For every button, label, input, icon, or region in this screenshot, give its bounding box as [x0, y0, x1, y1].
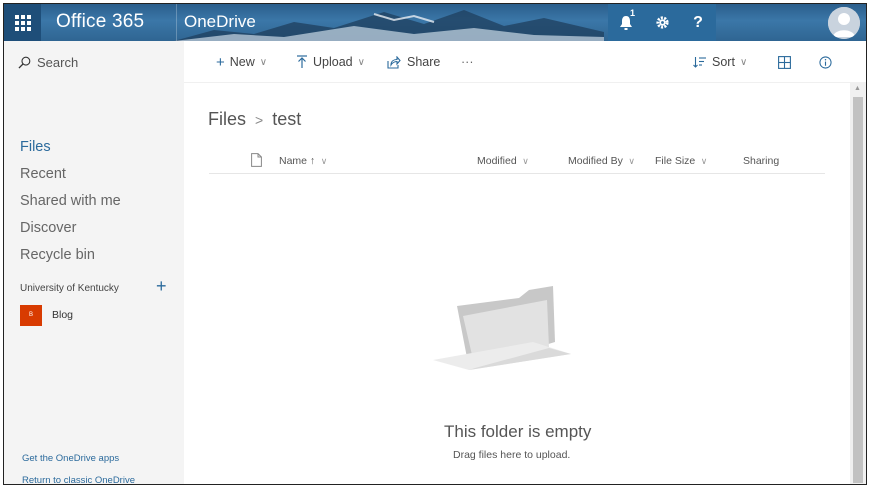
file-size-column-label: File Size — [655, 155, 696, 167]
command-bar: Search + New ∨ Upload ∨ Share ··· Sort ∨ — [4, 41, 866, 83]
new-label: New — [229, 55, 255, 69]
file-type-icon — [251, 153, 262, 167]
more-label: ··· — [461, 55, 474, 69]
modified-column-label: Modified — [477, 155, 517, 167]
help-button[interactable]: ? — [680, 4, 716, 41]
suite-header: Office 365 OneDrive 1 ? — [4, 4, 866, 41]
chevron-down-icon: ∨ — [519, 156, 529, 166]
header-divider — [176, 4, 177, 41]
vertical-scrollbar[interactable]: ▲ — [850, 83, 866, 484]
column-header-name[interactable]: Name ↑ ∨ — [279, 155, 327, 167]
sharing-column-label: Sharing — [743, 155, 780, 167]
info-icon — [819, 55, 832, 69]
grid-view-icon — [778, 55, 791, 69]
more-actions-button[interactable]: ··· — [461, 41, 474, 83]
upload-label: Upload — [313, 55, 353, 69]
help-label: ? — [693, 13, 703, 31]
share-label: Share — [407, 55, 441, 69]
empty-folder-illustration — [433, 286, 571, 370]
chevron-down-icon: ∨ — [698, 156, 708, 166]
add-site-button[interactable]: + — [156, 276, 167, 297]
empty-state-subtitle: Drag files here to upload. — [453, 449, 571, 461]
nav-item-files[interactable]: Files — [20, 139, 51, 155]
view-switcher-button[interactable] — [778, 41, 791, 83]
chevron-down-icon: ∨ — [318, 156, 328, 166]
share-button[interactable]: Share — [387, 41, 440, 83]
column-header-sharing[interactable]: Sharing — [743, 155, 779, 167]
empty-state-title: This folder is empty — [444, 422, 592, 441]
new-button[interactable]: + New ∨ — [216, 41, 267, 83]
settings-button[interactable] — [644, 4, 680, 41]
upload-button[interactable]: Upload ∨ — [296, 41, 365, 83]
file-list-header: Name ↑ ∨ Modified ∨ Modified By ∨ File S… — [209, 150, 825, 174]
search-placeholder: Search — [37, 54, 79, 70]
gear-icon — [655, 16, 669, 29]
column-header-modified-by[interactable]: Modified By ∨ — [568, 155, 635, 167]
sort-label: Sort — [712, 55, 735, 69]
waffle-icon — [14, 14, 31, 31]
site-link-blog[interactable]: Blog — [52, 309, 73, 321]
app-launcher-button[interactable] — [4, 4, 41, 41]
user-avatar[interactable] — [828, 7, 860, 39]
left-navigation: Files Recent Shared with me Discover Rec… — [4, 83, 184, 484]
scrollbar-thumb[interactable] — [853, 97, 863, 483]
sort-icon — [693, 57, 706, 68]
sort-button[interactable]: Sort ∨ — [693, 41, 747, 83]
nav-item-recycle-bin[interactable]: Recycle bin — [20, 247, 95, 263]
notifications-button[interactable]: 1 — [608, 4, 644, 41]
plus-icon: + — [216, 53, 225, 71]
chevron-down-icon: ∨ — [357, 56, 365, 68]
share-icon — [387, 55, 401, 69]
breadcrumb-files[interactable]: Files — [208, 109, 246, 130]
chevron-right-icon: > — [255, 111, 264, 128]
site-tile-icon[interactable]: B — [20, 305, 42, 326]
nav-item-shared-with-me[interactable]: Shared with me — [20, 193, 121, 209]
onedrive-app-name[interactable]: OneDrive — [184, 12, 256, 32]
nav-item-recent[interactable]: Recent — [20, 166, 66, 182]
column-header-modified[interactable]: Modified ∨ — [477, 155, 529, 167]
get-onedrive-apps-link[interactable]: Get the OneDrive apps — [22, 453, 119, 464]
search-icon — [18, 56, 31, 69]
return-to-classic-link[interactable]: Return to classic OneDrive — [22, 475, 135, 484]
onedrive-window: Office 365 OneDrive 1 ? Search + New ∨ U… — [3, 3, 867, 485]
breadcrumb-current-folder: test — [272, 109, 302, 129]
chevron-down-icon: ∨ — [739, 56, 748, 68]
chevron-down-icon: ∨ — [625, 156, 635, 166]
nav-item-discover[interactable]: Discover — [20, 220, 76, 236]
scroll-up-arrow-icon[interactable]: ▲ — [854, 85, 861, 92]
office365-brand[interactable]: Office 365 — [56, 11, 144, 33]
upload-icon — [297, 55, 307, 68]
organization-name: University of Kentucky — [20, 283, 119, 294]
modified-by-column-label: Modified By — [568, 155, 623, 167]
search-box[interactable]: Search — [4, 41, 184, 83]
breadcrumb: Files > test — [208, 109, 301, 130]
chevron-down-icon: ∨ — [259, 56, 268, 68]
notification-count: 1 — [630, 8, 636, 18]
info-pane-button[interactable] — [819, 41, 832, 83]
person-icon — [828, 7, 860, 39]
column-header-file-size[interactable]: File Size ∨ — [655, 155, 707, 167]
name-column-label: Name ↑ — [279, 155, 316, 167]
